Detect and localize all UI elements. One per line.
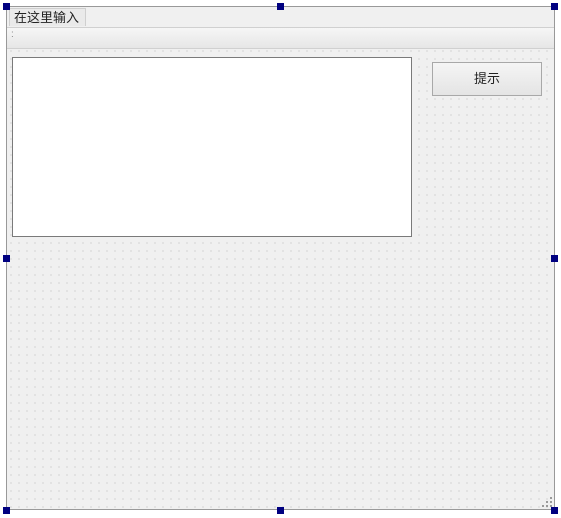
selection-handle-sw[interactable] [3,507,10,514]
toolbar: : [7,27,554,49]
selection-handle-e[interactable] [551,255,558,262]
tab-strip: 在这里输入 [7,7,554,27]
text-area[interactable] [12,57,412,237]
selection-handle-se[interactable] [551,507,558,514]
selection-handle-n[interactable] [277,3,284,10]
tab-title[interactable]: 在这里输入 [9,8,86,26]
selection-handle-nw[interactable] [3,3,10,10]
toolbar-overflow-icon[interactable]: : [11,31,19,45]
selection-handle-ne[interactable] [551,3,558,10]
hint-button[interactable]: 提示 [432,62,542,96]
form-designer-panel[interactable]: 在这里输入 : 提示 [6,6,555,510]
selection-handle-s[interactable] [277,507,284,514]
selection-handle-w[interactable] [3,255,10,262]
resize-grip-icon[interactable] [540,495,552,507]
